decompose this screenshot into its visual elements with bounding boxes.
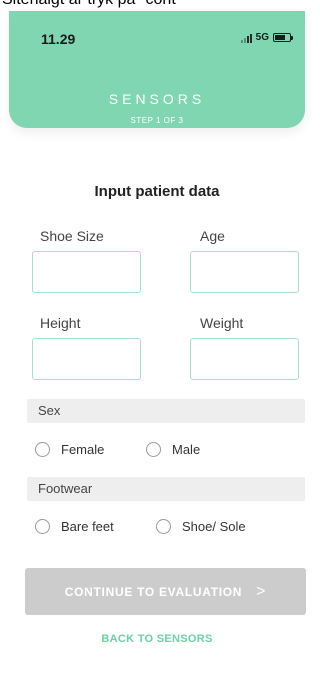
shoe-size-label: Shoe Size [40,228,104,244]
footwear-label: Footwear [38,481,93,496]
app-header: 11.29 5G SENSORS STEP 1 OF 3 [9,11,305,128]
radio-male-label: Male [172,442,201,457]
footwear-section-header: Footwear [27,477,305,501]
age-input[interactable] [190,251,299,293]
caption-text: Sitenaigt är tryk på "cont [2,0,176,9]
height-input[interactable] [32,338,141,380]
radio-circle-icon [35,519,50,534]
age-label: Age [200,228,225,244]
radio-female[interactable]: Female [35,442,104,457]
signal-icon [240,33,252,43]
network-type: 5G [255,32,269,43]
back-to-sensors-link[interactable]: BACK TO SENSORS [0,633,314,645]
sex-section-header: Sex [27,399,305,423]
radio-circle-icon [146,442,161,457]
radio-shoe-sole[interactable]: Shoe/ Sole [156,519,246,534]
radio-bare-feet-label: Bare feet [61,519,114,534]
chevron-right-icon: > [256,582,267,600]
continue-button-label: CONTINUE TO EVALUATION [64,584,243,599]
status-icons: 5G [240,32,293,43]
shoe-size-input[interactable] [32,251,141,293]
step-indicator: STEP 1 OF 3 [130,116,184,125]
radio-female-label: Female [61,442,105,457]
radio-bare-feet[interactable]: Bare feet [35,519,114,534]
sex-label: Sex [38,403,61,418]
weight-input[interactable] [190,338,299,380]
battery-icon [273,33,293,42]
radio-circle-icon [35,442,50,457]
caption-strip: Sitenaigt är tryk på "cont [0,0,314,11]
radio-male[interactable]: Male [146,442,200,457]
page-title: SENSORS [108,91,206,107]
form-title: Input patient data [94,183,220,200]
continue-to-evaluation-button[interactable]: CONTINUE TO EVALUATION > [25,568,306,615]
radio-shoe-sole-label: Shoe/ Sole [182,519,246,534]
height-label: Height [40,315,81,331]
status-time: 11.29 [41,31,76,47]
radio-circle-icon [156,519,171,534]
weight-label: Weight [200,315,244,331]
